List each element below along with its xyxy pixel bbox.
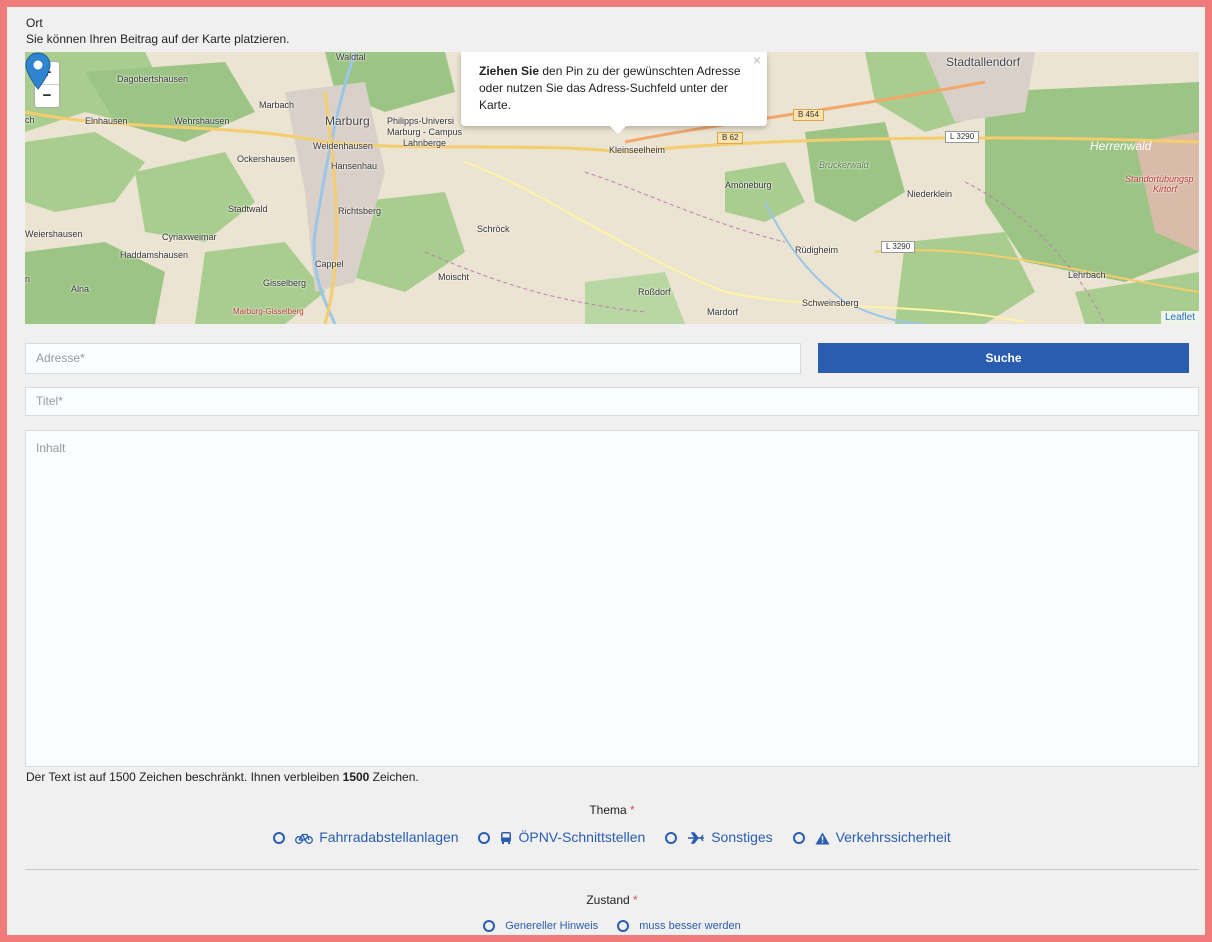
zustand-label: Zustand: [586, 893, 630, 907]
map-popup: × Ziehen Sie den Pin zu der gewünschten …: [461, 52, 767, 126]
popup-tip: [609, 125, 627, 134]
map-label: Alna: [71, 284, 90, 294]
map-label: Niederklein: [907, 189, 953, 199]
thema-heading: Thema *: [25, 803, 1199, 817]
thema-label: Thema: [589, 803, 627, 817]
map-label: Ockershausen: [237, 154, 296, 164]
radio-button[interactable]: [792, 832, 805, 845]
thema-option-fahrrad[interactable]: Fahrradabstellanlagen: [273, 829, 459, 845]
zustand-heading: Zustand *: [25, 893, 1199, 907]
map-label: Gisselberg: [263, 278, 307, 288]
thema-option-label: Fahrradabstellanlagen: [319, 829, 459, 845]
road-label: L 3290: [881, 241, 916, 253]
section-divider: [25, 869, 1199, 870]
thema-option-label: Verkehrssicherheit: [835, 829, 951, 845]
map-label: Cyriaxweimar: [162, 232, 217, 242]
radio-button[interactable]: [478, 832, 491, 845]
radio-button[interactable]: [273, 832, 286, 845]
map-label: Elnhausen: [85, 116, 128, 126]
thema-option-sonstiges[interactable]: Sonstiges: [665, 829, 773, 845]
map-label: Kleinseelheim: [609, 145, 666, 155]
warning-icon: [815, 832, 830, 845]
map-label: Wehrshausen: [174, 116, 230, 126]
map-label: Weiershausen: [25, 229, 83, 239]
zustand-option-label: Genereller Hinweis: [505, 920, 599, 932]
map-label: ch: [25, 115, 35, 125]
map-label: Rüdigheim: [795, 245, 839, 255]
counter-value: 1500: [342, 770, 370, 784]
required-mark: *: [630, 803, 635, 817]
zustand-option-besser[interactable]: muss besser werden: [617, 920, 741, 933]
map-label: Schröck: [477, 224, 510, 234]
content-textarea[interactable]: Inhalt: [25, 430, 1199, 767]
map-label: Cappel: [315, 259, 344, 269]
map-label: Lehrbach: [1068, 270, 1106, 280]
form-frame: Ort Sie können Ihren Beitrag auf der Kar…: [0, 0, 1212, 942]
map-label: Stadtallendorf: [946, 55, 1021, 69]
map-label: Bruckerwald: [819, 160, 869, 170]
thema-option-verkehrssicherheit[interactable]: Verkehrssicherheit: [792, 829, 951, 845]
map-label: Waldtal: [336, 52, 366, 62]
map-label: Schweinsberg: [802, 298, 859, 308]
map-label: Marburg: [325, 114, 370, 128]
location-label: Ort: [26, 16, 43, 30]
map-label: Roßdorf: [638, 287, 671, 297]
thema-options: Fahrradabstellanlagen ÖPNV-Schnittstelle…: [25, 829, 1199, 845]
map-label: Richtsberg: [338, 206, 382, 216]
map-label: Kirtorf: [1153, 184, 1178, 194]
zustand-option-hinweis[interactable]: Genereller Hinweis: [483, 920, 599, 933]
map-label: Moischt: [438, 272, 470, 282]
map-label: Amöneburg: [725, 180, 772, 190]
map-label: Mardorf: [707, 307, 739, 317]
map-label: Marburg-Gisselberg: [233, 307, 304, 316]
counter-suffix: Zeichen.: [369, 770, 419, 784]
location-hint: Sie können Ihren Beitrag auf der Karte p…: [26, 32, 290, 46]
plane-icon: [688, 832, 705, 844]
counter-prefix: Der Text ist auf 1500 Zeichen beschränkt…: [26, 770, 343, 784]
map-label: Herrenwald: [1090, 139, 1152, 153]
map-label: Marbach: [259, 100, 295, 110]
leaflet-attribution-link[interactable]: Leaflet: [1160, 311, 1199, 324]
search-button[interactable]: Suche: [818, 343, 1189, 373]
char-counter: Der Text ist auf 1500 Zeichen beschränkt…: [26, 770, 419, 784]
map-label: n: [25, 274, 31, 284]
thema-option-label: Sonstiges: [711, 829, 773, 845]
map-label: Standortübungsp: [1125, 174, 1194, 184]
bicycle-icon: [295, 834, 314, 845]
required-mark: *: [633, 893, 638, 907]
radio-button[interactable]: [617, 920, 630, 933]
road-label: B 62: [717, 132, 744, 144]
map-label: Dagobertshausen: [117, 74, 189, 84]
map-label: Hansenhau: [331, 161, 378, 171]
zustand-option-label: muss besser werden: [639, 920, 741, 932]
radio-button[interactable]: [665, 832, 678, 845]
map-label: Lahnberge: [403, 138, 447, 148]
zustand-options: Genereller Hinweis muss besser werden: [25, 920, 1199, 933]
road-label: L 3290: [945, 131, 980, 143]
map-marker-icon[interactable]: [25, 52, 51, 90]
popup-close-icon[interactable]: ×: [753, 52, 761, 69]
map-label: Philipps-Universi: [387, 116, 455, 126]
map-label: Marburg - Campus: [387, 127, 463, 137]
popup-bold-text: Ziehen Sie: [479, 64, 540, 78]
title-input[interactable]: Titel*: [25, 387, 1199, 416]
address-input[interactable]: Adresse*: [25, 343, 801, 374]
road-label: B 454: [793, 109, 824, 121]
map-label: Weidenhausen: [313, 141, 373, 151]
thema-option-oepnv[interactable]: ÖPNV-Schnittstellen: [478, 829, 645, 845]
map-label: Haddamshausen: [120, 250, 189, 260]
radio-button[interactable]: [483, 920, 496, 933]
map-label: Stadtwald: [228, 204, 268, 214]
bus-icon: [501, 832, 512, 845]
map[interactable]: Dagobertshausen Marbach Elnhausen Wehrsh…: [25, 52, 1199, 324]
thema-option-label: ÖPNV-Schnittstellen: [518, 829, 646, 845]
